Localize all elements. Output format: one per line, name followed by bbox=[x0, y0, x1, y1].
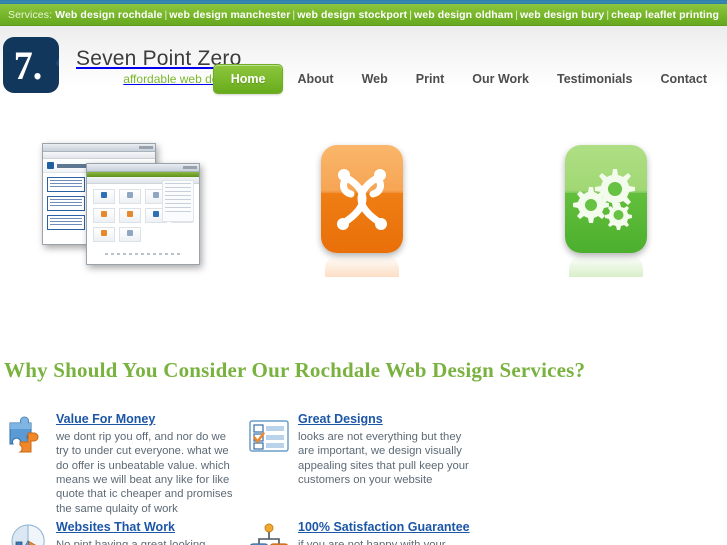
services-separator: | bbox=[409, 8, 413, 21]
feature-link-great-designs[interactable]: Great Designs bbox=[298, 412, 383, 426]
services-bar: Services: Web design rochdale | web design… bbox=[0, 4, 727, 26]
feature-body: looks are not everything but they are im… bbox=[298, 430, 469, 487]
service-link-web-design-bury[interactable]: web design bury bbox=[520, 9, 604, 21]
feature-item-satisfaction-guarantee: A B 100% Satisfaction Guarantee if you a… bbox=[244, 520, 486, 545]
features-grid: Value For Money we dont rip you off, and… bbox=[0, 401, 727, 545]
service-link-web-design-rochdale[interactable]: Web design rochdale bbox=[55, 9, 162, 21]
feature-body: No pint having a great looking website t… bbox=[56, 538, 206, 545]
feature-body: if you are not happy with your website, … bbox=[298, 538, 446, 545]
nav-item-home[interactable]: Home bbox=[212, 63, 284, 94]
hero-panel-joomla[interactable] bbox=[240, 127, 484, 317]
pie-chart-icon bbox=[6, 523, 48, 545]
ab-nodes-icon: A B bbox=[248, 523, 290, 545]
browser-windows-joomla-screenshot-icon bbox=[40, 143, 200, 268]
nav-item-print[interactable]: Print bbox=[402, 72, 458, 86]
service-link-web-design-oldham[interactable]: web design oldham bbox=[414, 9, 513, 21]
services-label: Services: bbox=[8, 8, 53, 21]
nav-item-about[interactable]: About bbox=[283, 72, 347, 86]
hero-banner bbox=[0, 127, 727, 317]
feature-link-satisfaction-guarantee[interactable]: 100% Satisfaction Guarantee bbox=[298, 520, 470, 534]
nav-item-contact[interactable]: Contact bbox=[646, 72, 721, 86]
page-root: Services: Web design rochdale | web design… bbox=[0, 0, 727, 545]
hero-panel-gears[interactable] bbox=[484, 127, 727, 317]
service-link-cheap-leaflet-printing[interactable]: cheap leaflet printing bbox=[611, 9, 719, 21]
puzzle-piece-icon bbox=[6, 415, 48, 457]
feature-body: we dont rip you off, and nor do we try t… bbox=[56, 430, 233, 515]
site-header: 7. Seven Point Zero affordable web desig… bbox=[0, 26, 727, 127]
service-link-web-design-stockport[interactable]: web design stockport bbox=[297, 9, 407, 21]
feature-link-value-for-money[interactable]: Value For Money bbox=[56, 412, 155, 426]
page-title: Why Should You Consider Our Rochdale Web… bbox=[4, 358, 586, 383]
hero-panel-browser-windows[interactable] bbox=[0, 127, 240, 317]
joomla-logo-icon bbox=[321, 145, 403, 277]
nav-item-our-work[interactable]: Our Work bbox=[458, 72, 543, 86]
feature-item-value-for-money: Value For Money we dont rip you off, and… bbox=[2, 412, 244, 516]
main-content: Why Should You Consider Our Rochdale Web… bbox=[0, 334, 727, 545]
gears-icon bbox=[564, 145, 647, 277]
checklist-icon bbox=[248, 415, 290, 457]
feature-link-websites-that-work[interactable]: Websites That Work bbox=[56, 520, 175, 534]
feature-item-websites-that-work: Websites That Work No pint having a grea… bbox=[2, 520, 244, 545]
primary-navigation: Home About Web Print Our Work Testimonia… bbox=[212, 28, 721, 129]
services-separator: | bbox=[515, 8, 518, 21]
browser-window-front bbox=[86, 163, 200, 265]
site-logo[interactable]: 7. Seven Point Zero affordable web desig… bbox=[3, 37, 241, 93]
service-link-web-design-manchester[interactable]: web design manchester bbox=[169, 9, 290, 21]
nav-item-testimonials[interactable]: Testimonials bbox=[543, 72, 646, 86]
logo-mark-icon: 7. bbox=[3, 37, 59, 93]
services-links: Services: Web design rochdale | web design… bbox=[8, 9, 719, 21]
nav-item-web[interactable]: Web bbox=[348, 72, 402, 86]
feature-item-great-designs: Great Designs looks are not everything b… bbox=[244, 412, 486, 516]
